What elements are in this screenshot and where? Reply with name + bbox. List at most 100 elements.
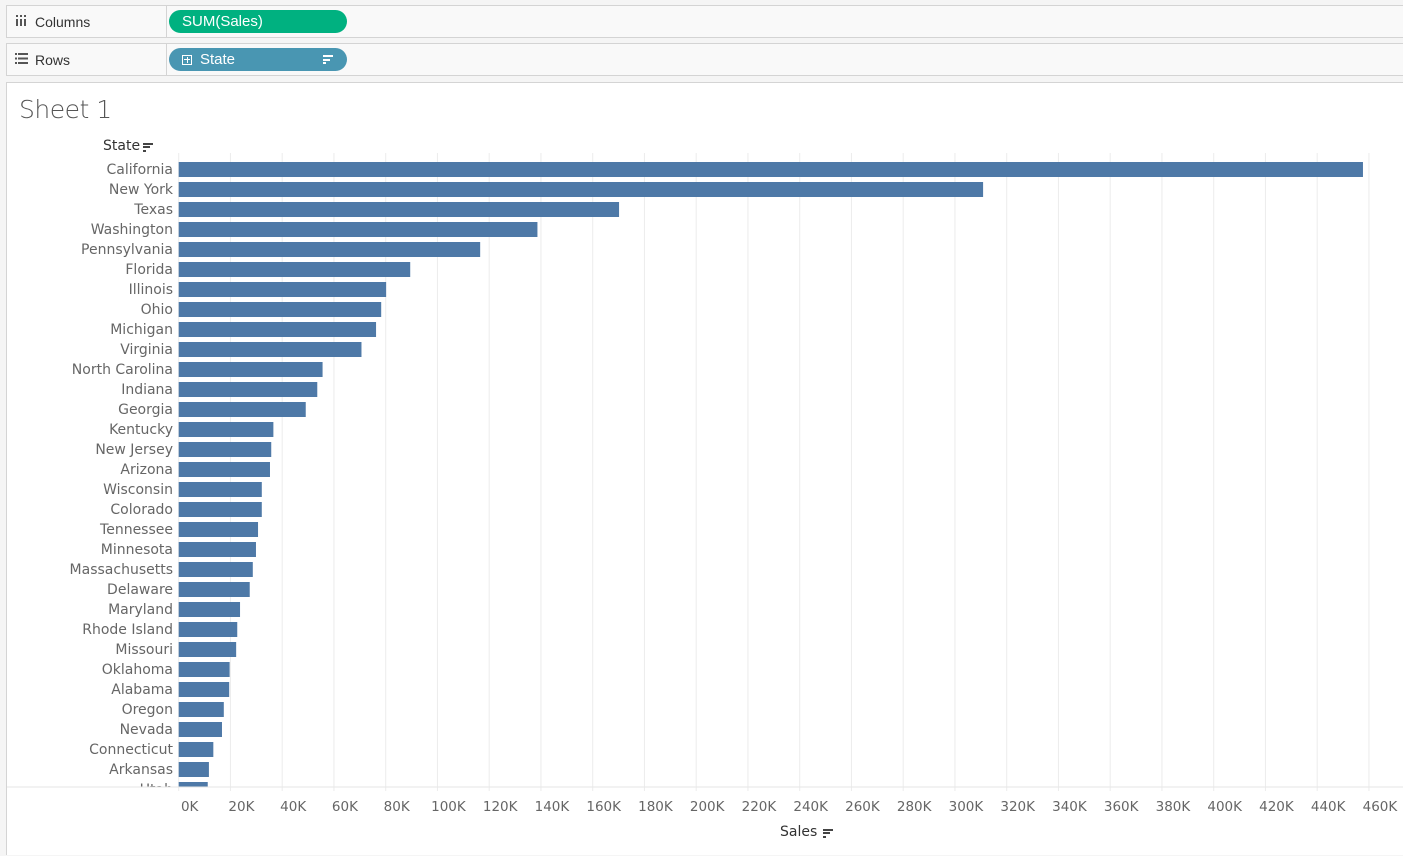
state-label[interactable]: Tennessee: [99, 522, 173, 538]
state-label[interactable]: Ohio: [141, 302, 173, 318]
state-label[interactable]: Minnesota: [101, 542, 173, 558]
state-label[interactable]: Utah: [140, 782, 173, 798]
bar-kentucky[interactable]: [178, 422, 274, 437]
bar-minnesota[interactable]: [178, 542, 256, 557]
bar-alabama[interactable]: [178, 682, 230, 697]
state-label[interactable]: Wisconsin: [103, 482, 173, 498]
x-tick-label: 60K: [332, 799, 359, 815]
bar-texas[interactable]: [178, 202, 620, 217]
columns-icon: [11, 14, 31, 29]
x-tick-label: 400K: [1207, 799, 1243, 815]
x-tick-label: 200K: [690, 799, 726, 815]
state-label[interactable]: Michigan: [110, 322, 173, 338]
bar-maryland[interactable]: [178, 602, 241, 617]
bar-arkansas[interactable]: [178, 762, 209, 777]
x-tick-label: 100K: [431, 799, 467, 815]
state-label[interactable]: Rhode Island: [82, 622, 173, 638]
state-label[interactable]: Oregon: [122, 702, 173, 718]
state-label[interactable]: Missouri: [115, 642, 173, 658]
state-label[interactable]: Colorado: [110, 502, 173, 518]
bar-connecticut[interactable]: [178, 742, 214, 757]
state-label[interactable]: Maryland: [108, 602, 173, 618]
bar-chart: California New York Texas Washington Pennsyl…: [7, 153, 1403, 815]
bar-new-jersey[interactable]: [178, 442, 272, 457]
x-tick-label: 260K: [845, 799, 881, 815]
bar-florida[interactable]: [178, 262, 411, 277]
x-axis-ticks: 0K 20K 40K 60K 80K 100K 120K 140K 160K 180K 200K 22…: [181, 799, 1398, 815]
x-tick-label: 440K: [1311, 799, 1347, 815]
state-label[interactable]: New York: [109, 182, 174, 198]
columns-shelf[interactable]: Columns SUM(Sales): [6, 5, 1403, 38]
state-label[interactable]: Pennsylvania: [81, 242, 173, 258]
x-tick-label: 120K: [483, 799, 519, 815]
state-label[interactable]: Arizona: [120, 462, 173, 478]
bar-tennessee[interactable]: [178, 522, 259, 537]
sum-sales-pill[interactable]: SUM(Sales): [169, 10, 347, 33]
state-label[interactable]: Florida: [125, 262, 173, 278]
x-tick-label: 140K: [535, 799, 571, 815]
state-label[interactable]: Arkansas: [109, 762, 173, 778]
expand-plus-icon[interactable]: [182, 54, 192, 65]
rows-shelf[interactable]: Rows State: [6, 43, 1403, 76]
state-label[interactable]: Delaware: [107, 582, 173, 598]
bar-illinois[interactable]: [178, 282, 387, 297]
x-tick-label: 320K: [1000, 799, 1036, 815]
sum-sales-pill-label: SUM(Sales): [182, 13, 263, 30]
state-label[interactable]: North Carolina: [72, 362, 173, 378]
bars: [178, 162, 1363, 797]
x-tick-label: 160K: [586, 799, 622, 815]
state-label[interactable]: Nevada: [120, 722, 173, 738]
state-label[interactable]: Indiana: [121, 382, 173, 398]
bar-massachusetts[interactable]: [178, 562, 253, 577]
worksheet: Sheet 1 State California New York Texas Was…: [6, 82, 1403, 855]
bar-michigan[interactable]: [178, 322, 377, 337]
rows-label: Rows: [35, 51, 71, 68]
state-label[interactable]: Alabama: [111, 682, 173, 698]
state-label[interactable]: California: [107, 162, 173, 178]
bar-north-carolina[interactable]: [178, 362, 323, 377]
state-pill[interactable]: State: [169, 48, 347, 71]
state-label[interactable]: Virginia: [120, 342, 173, 358]
x-tick-label: 340K: [1052, 799, 1088, 815]
bar-arizona[interactable]: [178, 462, 270, 477]
bar-delaware[interactable]: [178, 582, 250, 597]
state-label[interactable]: Washington: [91, 222, 173, 238]
x-tick-label: 280K: [897, 799, 933, 815]
bar-rhode-island[interactable]: [178, 622, 238, 637]
x-tick-label: 300K: [949, 799, 985, 815]
bar-wisconsin[interactable]: [178, 482, 262, 497]
sort-descending-icon[interactable]: [323, 55, 333, 64]
x-tick-label: 420K: [1259, 799, 1295, 815]
bar-new-york[interactable]: [178, 182, 984, 197]
x-tick-label: 80K: [384, 799, 411, 815]
x-tick-label: 380K: [1156, 799, 1192, 815]
state-label[interactable]: Massachusetts: [70, 562, 173, 578]
state-label[interactable]: Georgia: [118, 402, 173, 418]
bar-oklahoma[interactable]: [178, 662, 230, 677]
bar-ohio[interactable]: [178, 302, 382, 317]
bar-missouri[interactable]: [178, 642, 237, 657]
sort-descending-icon[interactable]: [823, 828, 834, 838]
bar-virginia[interactable]: [178, 342, 362, 357]
bar-indiana[interactable]: [178, 382, 318, 397]
bar-pennsylvania[interactable]: [178, 242, 481, 257]
bar-washington[interactable]: [178, 222, 538, 237]
bar-nevada[interactable]: [178, 722, 222, 737]
state-label[interactable]: Illinois: [129, 282, 173, 298]
x-tick-label: 360K: [1104, 799, 1140, 815]
bar-utah[interactable]: [178, 782, 208, 797]
state-label[interactable]: Oklahoma: [102, 662, 173, 678]
x-tick-label: 20K: [228, 799, 255, 815]
sales-axis-title[interactable]: Sales: [780, 824, 834, 840]
bar-colorado[interactable]: [178, 502, 262, 517]
state-label[interactable]: Texas: [133, 202, 173, 218]
x-tick-label: 240K: [793, 799, 829, 815]
state-label[interactable]: Kentucky: [109, 422, 173, 438]
x-tick-label: 0K: [181, 799, 200, 815]
state-label[interactable]: Connecticut: [89, 742, 173, 758]
state-label[interactable]: New Jersey: [95, 442, 173, 458]
state-pill-label: State: [200, 51, 236, 68]
bar-georgia[interactable]: [178, 402, 306, 417]
bar-california[interactable]: [178, 162, 1363, 177]
bar-oregon[interactable]: [178, 702, 224, 717]
